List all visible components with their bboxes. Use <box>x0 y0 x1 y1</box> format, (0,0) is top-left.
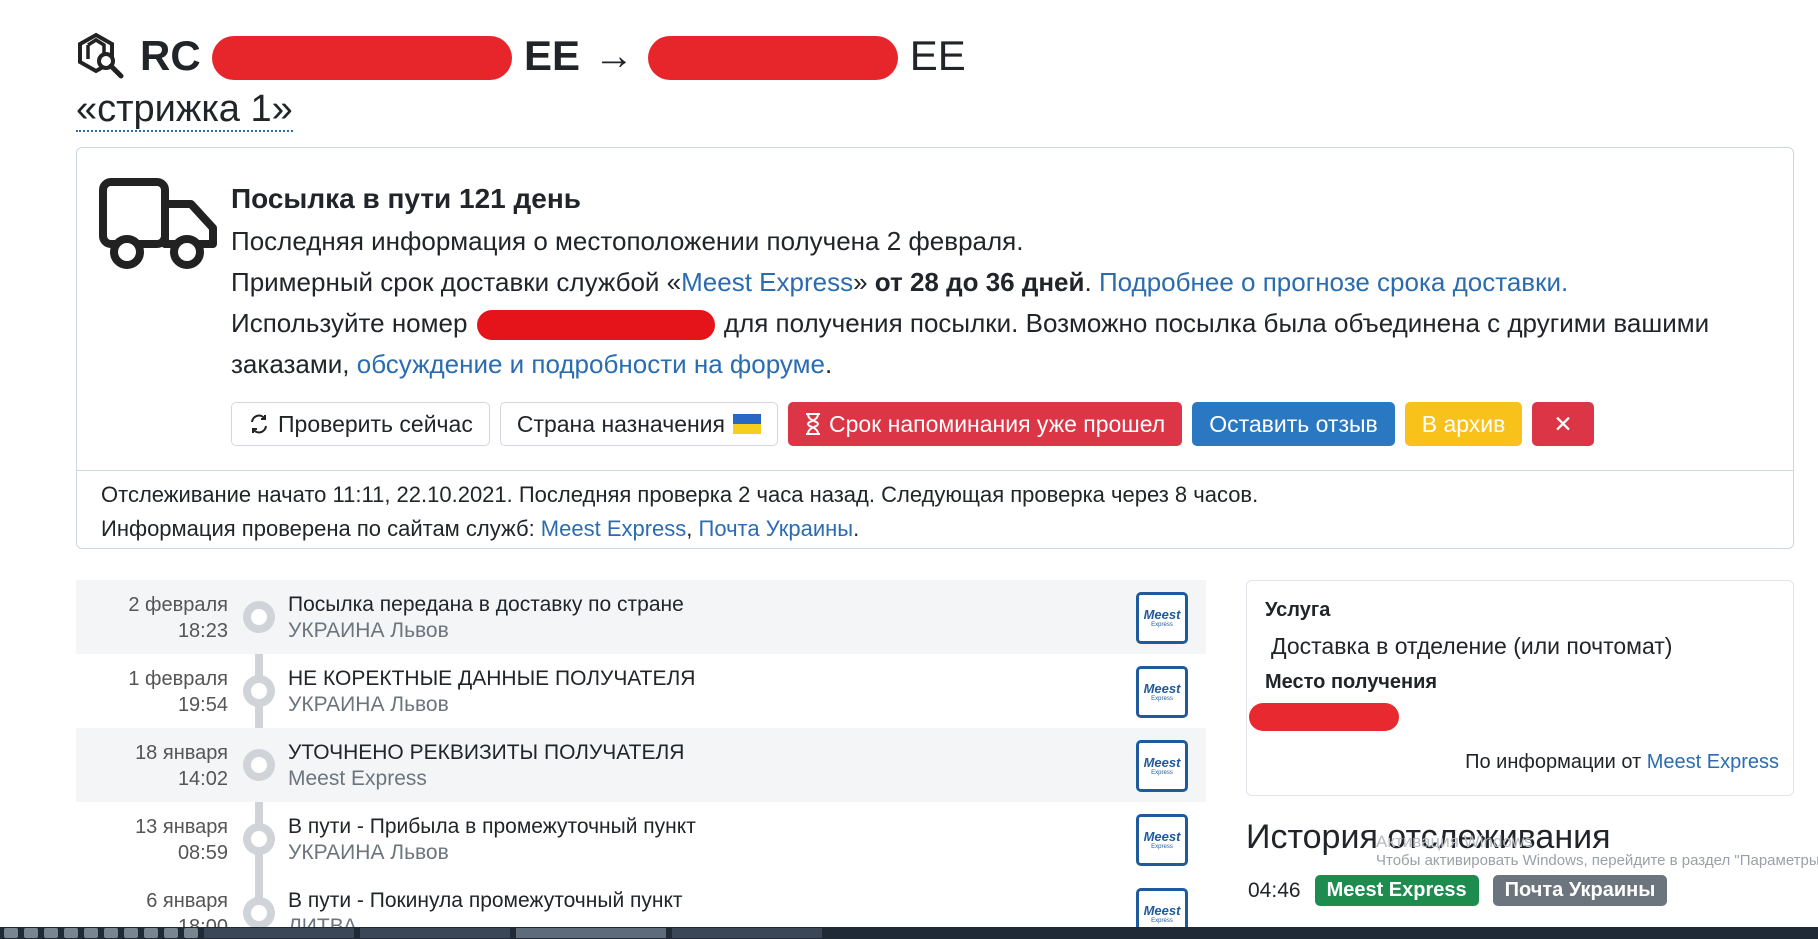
parcel-name[interactable]: «стрижка 1» <box>76 88 293 132</box>
info-source: По информации от Meest Express <box>1465 751 1779 773</box>
start-icon[interactable] <box>4 928 18 938</box>
taskbar-window[interactable] <box>204 928 354 938</box>
timeline-event: 13 января 08:59 В пути - Прибыла в промеж… <box>76 802 1206 876</box>
timeline-dot <box>243 897 275 929</box>
folder-icon[interactable] <box>64 928 78 938</box>
meest-logo-icon: Meest Express <box>1136 740 1188 792</box>
timeline-event: 18 января 14:02 УТОЧНЕНО РЕКВИЗИТЫ ПОЛУЧА… <box>76 728 1206 802</box>
timeline-event: 2 февраля 18:23 Посылка передана в достав… <box>76 580 1206 654</box>
taskbar-window[interactable] <box>360 928 510 938</box>
app-icon[interactable] <box>84 928 98 938</box>
meest-logo-icon: Meest Express <box>1136 814 1188 866</box>
days-in-transit: Посылка в пути 121 день <box>231 183 581 214</box>
title-destination: EE <box>648 32 966 81</box>
history-time: 04:46 <box>1248 878 1301 902</box>
page-header: RC EE → EE <box>76 26 966 86</box>
history-row: 04:46 Meest Express Почта Украины <box>1248 875 1668 906</box>
destination-country-button[interactable]: Страна назначения <box>499 402 778 446</box>
checked-sources: Информация проверена по сайтам служб: Me… <box>101 516 860 541</box>
windows-activation-title: Активация Windows <box>1376 832 1533 851</box>
tracking-started-info: Отслеживание начато 11:11, 22.10.2021. П… <box>101 482 1259 507</box>
meest-logo-icon: Meest Express <box>1136 666 1188 718</box>
meest-express-link[interactable]: Meest Express <box>541 516 687 541</box>
delivery-details-panel: Услуга Доставка в отделение (или почтома… <box>1246 580 1794 796</box>
tracking-logo-icon[interactable] <box>76 31 126 81</box>
tracking-meta: Отслеживание начато 11:11, 22.10.2021. П… <box>101 478 1258 546</box>
page-title: RC EE → EE <box>140 32 966 81</box>
service-link[interactable]: Meest Express <box>681 267 853 297</box>
redacted-number <box>476 310 715 341</box>
hourglass-icon <box>806 413 820 435</box>
check-now-button[interactable]: Проверить сейчас <box>231 402 490 446</box>
archive-button[interactable]: В архив <box>1404 402 1523 446</box>
event-datetime: 18 января 14:02 <box>135 742 228 790</box>
meest-logo-icon: Meest Express <box>1136 592 1188 644</box>
event-datetime: 13 января 08:59 <box>135 816 228 864</box>
event-text: Посылка передана в доставку по стране УКР… <box>288 593 684 642</box>
estimate-details-link[interactable]: Подробнее о прогнозе срока доставки. <box>1099 267 1568 297</box>
event-text: УТОЧНЕНО РЕКВИЗИТЫ ПОЛУЧАТЕЛЯ Meest Expre… <box>288 741 685 790</box>
tracking-timeline: 2 февраля 18:23 Посылка передана в достав… <box>76 580 1206 939</box>
timeline-dot <box>243 823 275 855</box>
taskbar-window[interactable] <box>672 928 822 938</box>
title-origin: RC EE <box>140 31 581 81</box>
timeline-dot <box>243 675 275 707</box>
ukrposhta-link[interactable]: Почта Украины <box>699 516 854 541</box>
pickup-place-label: Место получения <box>1265 671 1438 693</box>
close-icon: ✕ <box>1553 410 1573 437</box>
timeline-event: 1 февраля 19:54 НЕ КОРЕКТНЫЕ ДАННЫЕ ПОЛУЧ… <box>76 654 1206 728</box>
ukrposhta-badge[interactable]: Почта Украины <box>1492 875 1668 906</box>
service-value: Доставка в отделение (или почтомат) <box>1271 633 1673 659</box>
route-arrow: → <box>594 33 635 78</box>
status-text: Посылка в пути 121 день Последняя информ… <box>231 178 1773 385</box>
meest-badge[interactable]: Meest Express <box>1314 875 1479 906</box>
windows-taskbar <box>0 927 1818 939</box>
forum-link[interactable]: обсуждение и подробности на форуме <box>357 349 825 379</box>
action-buttons: Проверить сейчас Страна назначения Срок … <box>231 402 1594 446</box>
windows-activation-watermark: Чтобы активировать Windows, перейдите в … <box>1376 852 1818 869</box>
reminder-button[interactable]: Срок напоминания уже прошел <box>788 402 1183 446</box>
timeline-dot <box>243 601 275 633</box>
taskbar-window-active[interactable] <box>516 928 666 938</box>
truck-icon <box>99 178 217 269</box>
event-text: В пути - Прибыла в промежуточный пункт УК… <box>288 815 696 864</box>
ukraine-flag-icon <box>733 414 761 434</box>
leave-review-button[interactable]: Оставить отзыв <box>1192 402 1395 446</box>
redacted-address <box>1249 703 1399 731</box>
event-text: НЕ КОРЕКТНЫЕ ДАННЫЕ ПОЛУЧАТЕЛЯ УКРАИНА Ль… <box>288 667 696 716</box>
delete-button[interactable]: ✕ <box>1532 402 1594 446</box>
pickup-info: Используйте номер для получения посылки.… <box>231 308 1710 379</box>
event-datetime: 2 февраля 18:23 <box>128 594 228 642</box>
browser-icon[interactable] <box>44 928 58 938</box>
timeline-dot <box>243 749 275 781</box>
card-divider <box>77 470 1793 471</box>
last-location-info: Последняя информация о местоположении по… <box>231 226 1024 256</box>
event-datetime: 1 февраля 19:54 <box>128 668 228 716</box>
app-icon[interactable] <box>184 928 198 938</box>
app-icon[interactable] <box>104 928 118 938</box>
status-card: Посылка в пути 121 день Последняя информ… <box>76 147 1794 549</box>
service-label: Услуга <box>1265 599 1331 621</box>
delivery-estimate: Примерный срок доставки службой «Meest E… <box>231 267 1569 297</box>
app-icon[interactable] <box>164 928 178 938</box>
refresh-icon <box>251 414 267 434</box>
panel-meest-link[interactable]: Meest Express <box>1647 751 1779 773</box>
app-icon[interactable] <box>124 928 138 938</box>
search-icon[interactable] <box>24 928 38 938</box>
app-icon[interactable] <box>144 928 158 938</box>
